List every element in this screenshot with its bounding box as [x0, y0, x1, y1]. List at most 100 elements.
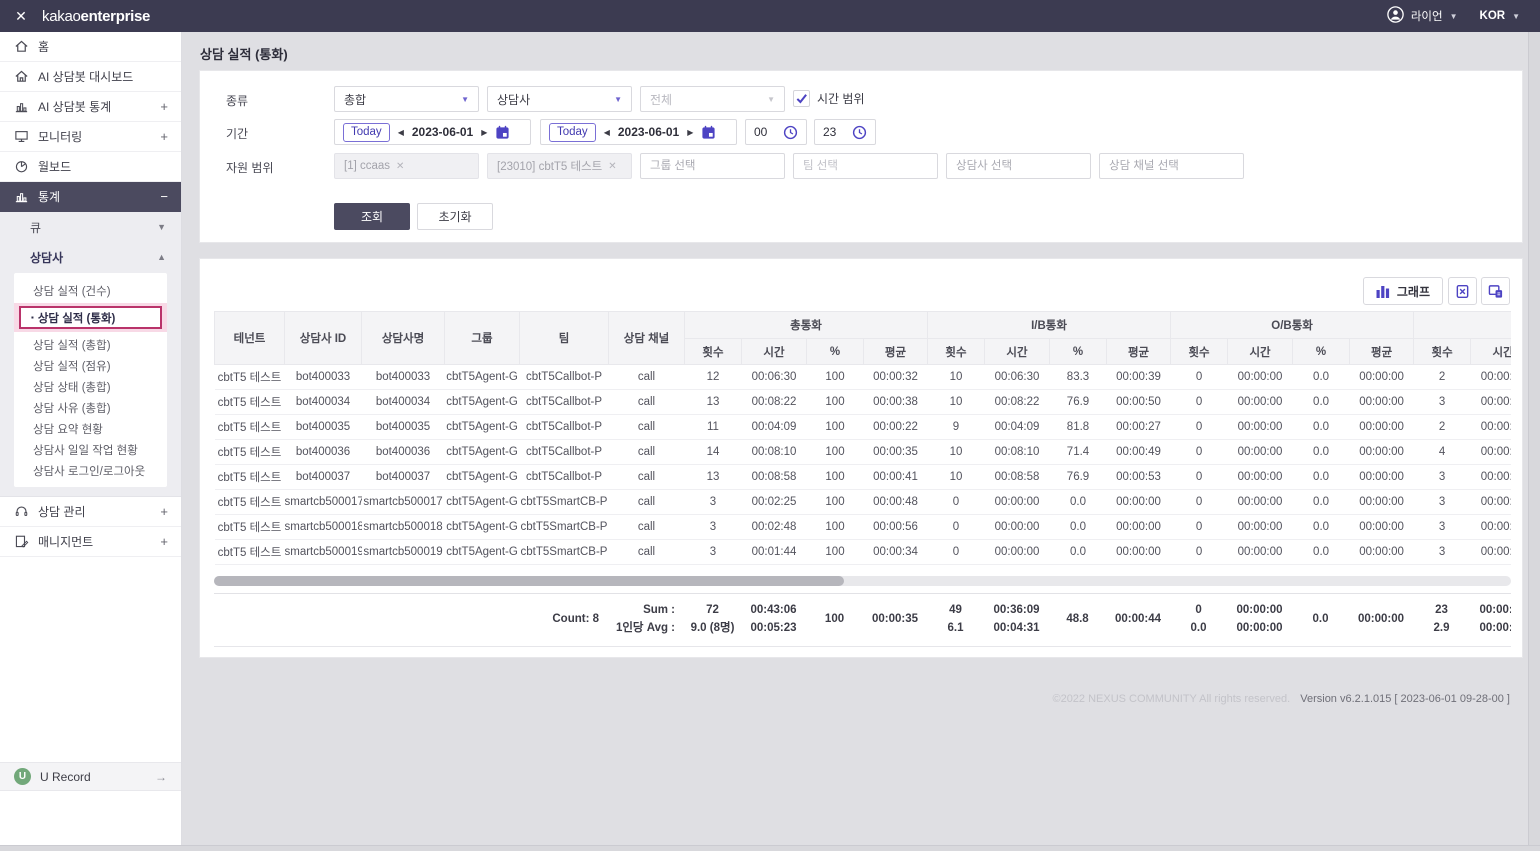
- sidebar-subitem-6[interactable]: 상담 요약 현황: [14, 418, 167, 439]
- table-cell: 0: [928, 540, 985, 565]
- group-select-input[interactable]: [640, 153, 785, 179]
- page-horizontal-scrollbar[interactable]: [0, 845, 1540, 851]
- summary-cell: 00:43:0600:05:23: [741, 594, 806, 646]
- table-cell: 00:00:00: [1471, 390, 1511, 415]
- sidebar-item-management[interactable]: 매니지먼트 +: [0, 527, 181, 557]
- table-cell: cbtT5 테스트: [215, 540, 285, 565]
- table-cell: 00:00:49: [1107, 440, 1171, 465]
- submenu-items: 상담 실적 (건수) ▪상담 실적 (통화) 상담 실적 (총합)상담 실적 (점유…: [14, 273, 167, 487]
- hour-from-box[interactable]: 00: [745, 119, 807, 145]
- remove-tag-icon[interactable]: ✕: [396, 161, 404, 172]
- table-cell: 00:00:00: [1228, 540, 1293, 565]
- expand-plus-icon[interactable]: +: [160, 99, 168, 114]
- clock-icon[interactable]: [783, 125, 798, 140]
- submenu-agent[interactable]: 상담사 ▲: [0, 242, 181, 272]
- tenant-tag-field: [1] ccaas ✕: [334, 153, 479, 179]
- urecord-link[interactable]: U U Record →: [0, 762, 181, 791]
- column-subheader: 횟수: [1414, 339, 1471, 365]
- table-cell: 00:00:48: [864, 490, 928, 515]
- sidebar-subitem-7[interactable]: 상담사 일일 작업 현황: [14, 439, 167, 460]
- excel-export-button[interactable]: [1448, 277, 1477, 305]
- table-row[interactable]: cbtT5 테스트bot400036bot400036cbtT5Agent-Gc…: [215, 440, 1512, 465]
- table-cell: 00:08:58: [985, 465, 1050, 490]
- expand-plus-icon[interactable]: +: [160, 504, 168, 519]
- table-row[interactable]: cbtT5 테스트smartcb500019smartcb500019cbtT5…: [215, 540, 1512, 565]
- table-cell: 00:01:44: [742, 540, 807, 565]
- expand-plus-icon[interactable]: +: [160, 129, 168, 144]
- table-cell: call: [609, 440, 685, 465]
- language-chevron-icon[interactable]: ▼: [1512, 12, 1520, 21]
- sidebar-subitem-0[interactable]: 상담 실적 (건수): [14, 280, 167, 301]
- sidebar-item-stats[interactable]: 통계 −: [0, 182, 181, 212]
- expand-plus-icon[interactable]: +: [160, 534, 168, 549]
- page-vertical-scrollbar[interactable]: [1528, 32, 1540, 851]
- sidebar-item-monitoring[interactable]: 모니터링 +: [0, 122, 181, 152]
- sidebar-subitem-4[interactable]: 상담 상태 (총합): [14, 376, 167, 397]
- team-select-input[interactable]: [793, 153, 938, 179]
- table-cell: 0.0: [1293, 415, 1350, 440]
- table-row[interactable]: cbtT5 테스트bot400033bot400033cbtT5Agent-Gc…: [215, 365, 1512, 390]
- copy-export-button[interactable]: [1481, 277, 1510, 305]
- remove-tag-icon[interactable]: ✕: [608, 161, 616, 172]
- summary-cell: 00:00:44: [1106, 594, 1170, 646]
- next-day-icon[interactable]: ▶: [687, 128, 693, 137]
- table-cell: 00:00:53: [1107, 465, 1171, 490]
- sidebar-item-ai-stats[interactable]: AI 상담봇 통계 +: [0, 92, 181, 122]
- user-avatar-icon[interactable]: [1387, 6, 1404, 26]
- sidebar-item-wallboard[interactable]: 월보드: [0, 152, 181, 182]
- table-cell: 00:08:22: [985, 390, 1050, 415]
- result-panel: 그래프 테넌트상담사 ID상담사명그룹팀상담 채널총통화I/B통화O/B통화횟수…: [199, 258, 1523, 658]
- table-cell: 100: [807, 515, 864, 540]
- language-selector[interactable]: KOR: [1480, 10, 1506, 22]
- column-subheader: 시간: [985, 339, 1050, 365]
- agent-select-input[interactable]: [946, 153, 1091, 179]
- sidebar-subitem-1[interactable]: ▪상담 실적 (통화): [19, 306, 162, 329]
- table-cell: cbtT5 테스트: [215, 490, 285, 515]
- calendar-icon[interactable]: [495, 125, 510, 140]
- table-cell: 2: [1414, 365, 1471, 390]
- hour-to-box[interactable]: 23: [814, 119, 876, 145]
- sidebar-subitem-3[interactable]: 상담 실적 (점유): [14, 355, 167, 376]
- sidebar-item-consult-mgmt[interactable]: 상담 관리 +: [0, 497, 181, 527]
- prev-day-icon[interactable]: ◀: [604, 128, 610, 137]
- table-row[interactable]: cbtT5 테스트bot400034bot400034cbtT5Agent-Gc…: [215, 390, 1512, 415]
- graph-button[interactable]: 그래프: [1363, 277, 1443, 305]
- next-day-icon[interactable]: ▶: [481, 128, 487, 137]
- sidebar-subitem-5[interactable]: 상담 사유 (총합): [14, 397, 167, 418]
- today-button[interactable]: Today: [549, 123, 596, 142]
- date-to-value: 2023-06-01: [618, 125, 679, 139]
- type-select-value: 총합: [344, 91, 366, 108]
- sidebar-item-ai-dashboard[interactable]: AI 상담봇 대시보드: [0, 62, 181, 92]
- column-subheader: 평균: [864, 339, 928, 365]
- today-button[interactable]: Today: [343, 123, 390, 142]
- user-menu-chevron-icon[interactable]: ▼: [1450, 12, 1458, 21]
- search-button[interactable]: 조회: [334, 203, 410, 230]
- close-icon[interactable]: ✕: [0, 8, 42, 25]
- table-row[interactable]: cbtT5 테스트bot400035bot400035cbtT5Agent-Gc…: [215, 415, 1512, 440]
- type-select[interactable]: 총합 ▼: [334, 86, 479, 112]
- calendar-icon[interactable]: [701, 125, 716, 140]
- table-cell: 00:00:00: [1350, 465, 1414, 490]
- target-select[interactable]: 상담사 ▼: [487, 86, 632, 112]
- sidebar-item-home[interactable]: 홈: [0, 32, 181, 62]
- reset-button[interactable]: 초기화: [417, 203, 493, 230]
- table-horizontal-scrollbar[interactable]: [214, 576, 1511, 586]
- collapse-minus-icon[interactable]: −: [160, 189, 168, 204]
- prev-day-icon[interactable]: ◀: [398, 128, 404, 137]
- table-row[interactable]: cbtT5 테스트smartcb500017smartcb500017cbtT5…: [215, 490, 1512, 515]
- clock-icon[interactable]: [852, 125, 867, 140]
- table-cell: 0: [1171, 465, 1228, 490]
- channel-select-input[interactable]: [1099, 153, 1244, 179]
- sidebar-subitem-2[interactable]: 상담 실적 (총합): [14, 334, 167, 355]
- time-range-checkbox-row: 시간 범위: [793, 90, 865, 107]
- summary-cell: 00.0: [1170, 594, 1227, 646]
- scrollbar-thumb[interactable]: [214, 576, 844, 586]
- table-row[interactable]: cbtT5 테스트bot400037bot400037cbtT5Agent-Gc…: [215, 465, 1512, 490]
- column-subheader: 횟수: [1171, 339, 1228, 365]
- submenu-queue[interactable]: 큐 ▼: [0, 212, 181, 242]
- table-row[interactable]: cbtT5 테스트smartcb500018smartcb500018cbtT5…: [215, 515, 1512, 540]
- user-name[interactable]: 라이언: [1411, 8, 1443, 24]
- sidebar-subitem-8[interactable]: 상담사 로그인/로그아웃: [14, 460, 167, 481]
- time-range-checkbox[interactable]: [793, 90, 810, 107]
- tenant-tag: [1] ccaas: [344, 160, 390, 172]
